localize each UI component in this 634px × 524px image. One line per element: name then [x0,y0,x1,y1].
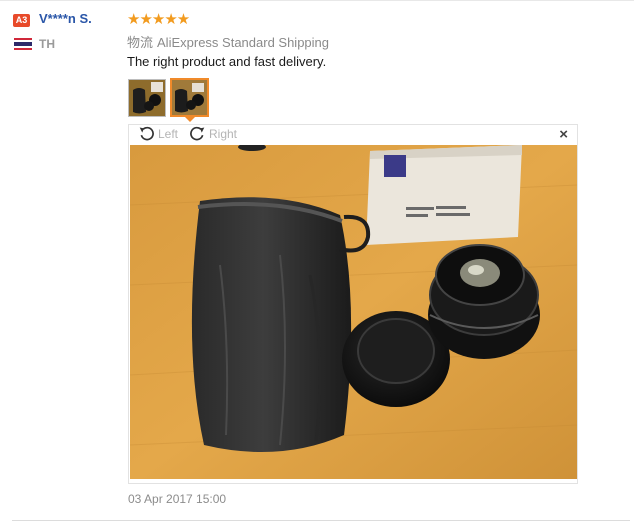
photo-viewer: Left Right × [128,124,578,484]
reviewer-country: TH [39,37,55,51]
rotate-right-label: Right [209,126,238,141]
rotate-right-icon [190,126,205,141]
thumbnail-image-1 [129,80,165,116]
rotate-right-button[interactable]: Right [189,125,237,142]
review-photo [130,145,577,479]
review-photo-thumbnail-1[interactable] [128,79,166,117]
top-divider [0,0,634,1]
rating-stars: ★★★★★ [127,11,190,28]
shipping-method: AliExpress Standard Shipping [157,35,330,50]
thailand-flag-icon [14,38,32,50]
close-icon[interactable]: × [559,126,568,143]
thumbnail-image-2 [172,80,207,115]
review-date: 03 Apr 2017 15:00 [128,492,227,506]
shipping-label: 物流 [127,35,154,50]
shipping-info: 物流 AliExpress Standard Shipping [127,32,329,51]
rotate-left-icon [139,126,154,141]
bottom-divider [12,520,630,521]
rotate-left-label: Left [158,126,179,141]
buyer-level-badge: A3 [13,14,30,27]
rotate-left-button[interactable]: Left [138,125,178,142]
selected-thumbnail-pointer [185,117,195,122]
review-text: The right product and fast delivery. [127,54,327,69]
review-photo-thumbnail-2[interactable] [170,78,209,117]
reviewer-name: V****n S. [39,11,92,26]
